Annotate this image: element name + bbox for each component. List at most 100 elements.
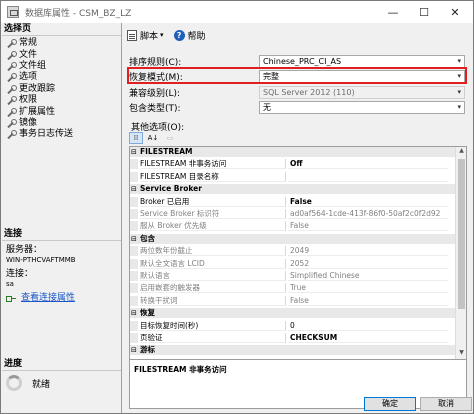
page-item[interactable]: 权限 xyxy=(2,95,121,106)
page-item-label: 事务日志传送 xyxy=(19,129,74,140)
minimize-button[interactable]: — xyxy=(377,1,409,23)
property-value: Simplified Chinese xyxy=(288,271,448,281)
property-value[interactable]: CHECKSUM xyxy=(288,333,448,343)
property-row-gutter xyxy=(130,258,138,269)
window-title: 数据库属性 - CSM_BZ_LZ xyxy=(25,8,132,19)
property-grid-scrollbar[interactable]: ▲ ▼ xyxy=(455,147,466,359)
property-category[interactable]: ⊟ FILESTREAM xyxy=(130,147,466,157)
property-row-gutter xyxy=(130,333,138,343)
collapse-icon[interactable]: ⊟ xyxy=(131,234,137,244)
property-value: 2052 xyxy=(288,259,448,269)
view-connection-properties-link[interactable]: 查看连接属性 xyxy=(6,293,120,303)
page-item-label: 文件 xyxy=(19,49,38,60)
wrench-icon xyxy=(6,107,17,117)
page-item[interactable]: 事务日志传送 xyxy=(2,129,121,140)
page-item-label: 选项 xyxy=(19,72,38,83)
wrench-icon xyxy=(6,61,17,71)
property-value[interactable]: 0 xyxy=(288,321,448,331)
property-name: 服从 Broker 优先级 xyxy=(140,221,286,232)
property-category-name: 包含 xyxy=(140,233,155,243)
property-value[interactable]: Off xyxy=(288,159,448,170)
page-item[interactable]: 更改跟踪 xyxy=(2,84,121,95)
page-item[interactable]: 文件组 xyxy=(2,61,121,72)
compatibility-level-select[interactable]: SQL Server 2012 (110) ▾ xyxy=(259,86,465,99)
script-button[interactable]: 脚本 ▾ xyxy=(127,29,164,42)
cancel-button[interactable]: 取消 xyxy=(420,397,472,411)
page-item[interactable]: 镜像 xyxy=(2,118,121,129)
property-category[interactable]: ⊟ 恢复 xyxy=(130,308,466,319)
property-value: True xyxy=(288,283,448,294)
property-category[interactable]: ⊟ 包含 xyxy=(130,233,466,244)
scrollbar-thumb[interactable] xyxy=(458,159,465,309)
property-row[interactable]: Broker 已启用 False xyxy=(130,196,466,207)
wrench-icon xyxy=(6,84,17,94)
property-name: 转换干扰词 xyxy=(140,295,286,306)
wrench-icon xyxy=(6,73,17,82)
property-row-gutter xyxy=(130,295,138,306)
property-row: 服从 Broker 优先级 False xyxy=(130,221,466,232)
property-row: 默认全文语言 LCID 2052 xyxy=(130,258,466,269)
property-value[interactable]: False xyxy=(288,197,448,207)
select-page-header: 选择页 xyxy=(2,23,121,36)
ok-button[interactable]: 确定 xyxy=(364,397,416,411)
containment-type-label: 包含类型(T): xyxy=(129,104,181,114)
page-item-label: 权限 xyxy=(19,95,38,106)
collapse-icon[interactable]: ⊟ xyxy=(131,345,137,355)
property-row[interactable]: FILESTREAM 目录名称 xyxy=(130,171,466,182)
database-properties-window: 数据库属性 - CSM_BZ_LZ — ☐ ✕ 选择页 常规 文件 文件组 选项 更改跟… xyxy=(0,0,474,414)
scroll-down-icon[interactable]: ▼ xyxy=(456,349,466,359)
property-value: False xyxy=(288,296,448,306)
collapse-icon[interactable]: ⊟ xyxy=(131,308,137,318)
containment-type-select[interactable]: 无 ▾ xyxy=(259,101,465,114)
property-row[interactable]: 页验证 CHECKSUM xyxy=(130,333,466,343)
close-button[interactable]: ✕ xyxy=(439,1,471,23)
property-row-gutter xyxy=(130,159,138,170)
property-name: Broker 已启用 xyxy=(140,196,286,207)
property-row: 转换干扰词 False xyxy=(130,295,466,306)
page-item-label: 常规 xyxy=(19,38,38,49)
property-category[interactable]: ⊟ 游标 xyxy=(130,345,466,356)
title-bar: 数据库属性 - CSM_BZ_LZ — ☐ ✕ xyxy=(1,1,473,23)
page-item[interactable]: 选项 xyxy=(2,72,121,83)
options-page: 脚本 ▾ ? 帮助 排序规则(C): Chinese_PRC_CI_AS ▾ 恢… xyxy=(123,23,473,413)
page-item[interactable]: 常规 xyxy=(2,38,121,49)
connection-value: sa xyxy=(6,280,14,288)
property-pages-icon[interactable]: ▭ xyxy=(163,132,177,144)
help-button[interactable]: ? 帮助 xyxy=(173,29,206,42)
page-item-label: 更改跟踪 xyxy=(19,83,56,94)
wrench-icon xyxy=(6,50,17,60)
server-label: 服务器： xyxy=(6,245,43,255)
property-row-gutter xyxy=(130,271,138,281)
property-value[interactable] xyxy=(288,172,448,182)
property-row[interactable]: FILESTREAM 非事务访问 Off xyxy=(130,159,466,170)
maximize-button[interactable]: ☐ xyxy=(408,1,440,23)
collapse-icon[interactable]: ⊟ xyxy=(131,184,137,194)
progress-status-text: 就绪 xyxy=(32,379,51,390)
collapse-icon[interactable]: ⊟ xyxy=(131,147,137,157)
property-value: ad0af564-1cde-413f-86f0-50af2c0f2d92 xyxy=(288,209,448,219)
connection-header: 连接 xyxy=(2,228,121,241)
property-grid: ⊟ FILESTREAM FILESTREAM 非事务访问 Off FILESTREAM… xyxy=(129,146,467,409)
containment-type-value: 无 xyxy=(263,103,271,112)
property-name: Service Broker 标识符 xyxy=(140,209,286,219)
help-label: 帮助 xyxy=(187,31,206,42)
help-icon: ? xyxy=(173,29,185,41)
chevron-down-icon: ▾ xyxy=(457,88,461,96)
property-value: False xyxy=(288,221,448,232)
scroll-up-icon[interactable]: ▲ xyxy=(456,147,466,157)
property-category-name: FILESTREAM xyxy=(140,147,193,156)
database-icon xyxy=(7,6,19,18)
property-category[interactable]: ⊟ Service Broker xyxy=(130,184,466,195)
property-row-gutter xyxy=(130,196,138,207)
page-item[interactable]: 扩展属性 xyxy=(2,106,121,117)
alphabetical-sort-icon[interactable]: A↓ xyxy=(146,132,160,144)
property-value: 2049 xyxy=(288,246,448,257)
property-name: FILESTREAM 目录名称 xyxy=(140,171,286,182)
page-item[interactable]: 文件 xyxy=(2,49,121,60)
property-row[interactable]: 目标恢复时间(秒) 0 xyxy=(130,320,466,331)
wrench-icon xyxy=(6,118,17,128)
server-value: WIN-PTHCVAFTMMB xyxy=(6,256,76,264)
categorized-view-icon[interactable]: ⁞⁞ xyxy=(129,132,143,144)
connection-properties-icon xyxy=(6,294,17,303)
property-name: 页验证 xyxy=(140,333,286,343)
